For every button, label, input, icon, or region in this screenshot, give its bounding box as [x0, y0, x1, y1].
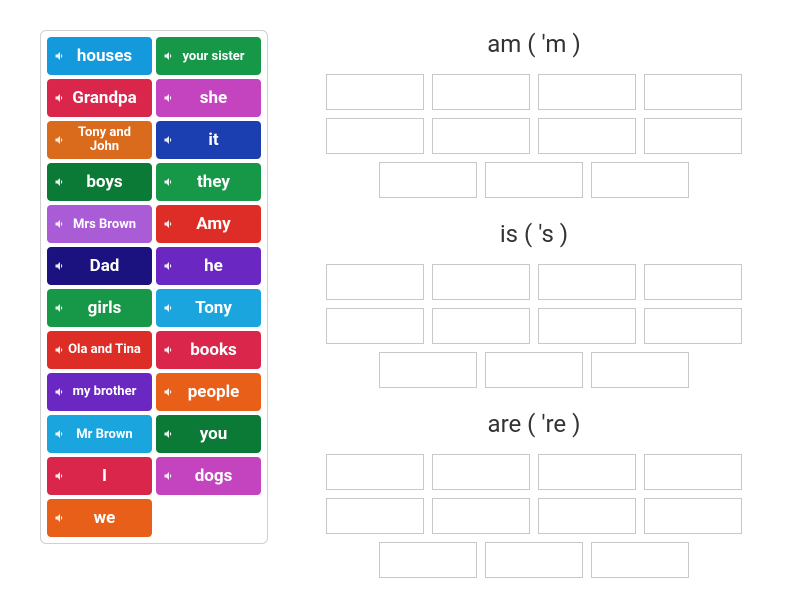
speaker-icon[interactable]	[53, 175, 67, 189]
word-tile[interactable]: Amy	[156, 205, 261, 243]
word-tile[interactable]: books	[156, 331, 261, 369]
drop-slot[interactable]	[538, 454, 636, 490]
drop-slot[interactable]	[591, 162, 689, 198]
word-tile[interactable]: boys	[47, 163, 152, 201]
drop-slot[interactable]	[432, 498, 530, 534]
word-tile[interactable]: Ola and Tina	[47, 331, 152, 369]
speaker-icon[interactable]	[162, 49, 176, 63]
speaker-icon[interactable]	[162, 217, 176, 231]
drop-slot[interactable]	[326, 264, 424, 300]
speaker-icon[interactable]	[53, 217, 67, 231]
word-tile[interactable]: my brother	[47, 373, 152, 411]
drop-slot[interactable]	[485, 542, 583, 578]
speaker-icon[interactable]	[162, 385, 176, 399]
group-title: are ( 're )	[308, 410, 760, 438]
drop-slot[interactable]	[485, 352, 583, 388]
word-tile[interactable]: she	[156, 79, 261, 117]
drop-slot[interactable]	[644, 118, 742, 154]
drop-slot[interactable]	[432, 74, 530, 110]
word-tile[interactable]: dogs	[156, 457, 261, 495]
drop-slot[interactable]	[591, 542, 689, 578]
group-title: am ( 'm )	[308, 30, 760, 58]
word-tile[interactable]: people	[156, 373, 261, 411]
speaker-icon[interactable]	[162, 343, 176, 357]
drop-slot[interactable]	[538, 498, 636, 534]
speaker-icon[interactable]	[162, 469, 176, 483]
word-tile[interactable]: girls	[47, 289, 152, 327]
drop-groups: am ( 'm ) is ( 's ) are ( 're )	[308, 30, 760, 592]
drop-slot[interactable]	[644, 308, 742, 344]
drop-slot[interactable]	[538, 264, 636, 300]
speaker-icon[interactable]	[162, 427, 176, 441]
drop-slot[interactable]	[379, 542, 477, 578]
drop-slot[interactable]	[432, 118, 530, 154]
word-tile[interactable]: he	[156, 247, 261, 285]
speaker-icon[interactable]	[53, 343, 67, 357]
word-tile[interactable]: it	[156, 121, 261, 159]
drop-slot[interactable]	[432, 454, 530, 490]
drop-slot[interactable]	[538, 308, 636, 344]
drop-slot[interactable]	[591, 352, 689, 388]
speaker-icon[interactable]	[162, 91, 176, 105]
word-tile[interactable]: Tony	[156, 289, 261, 327]
word-tile[interactable]: I	[47, 457, 152, 495]
word-bank: housesyour sisterGrandpasheTony and John…	[40, 30, 268, 544]
word-tile[interactable]: houses	[47, 37, 152, 75]
drop-slot[interactable]	[538, 118, 636, 154]
word-tile[interactable]: Grandpa	[47, 79, 152, 117]
drop-slot-row	[308, 454, 760, 578]
word-tile[interactable]: they	[156, 163, 261, 201]
speaker-icon[interactable]	[53, 49, 67, 63]
drop-slot[interactable]	[326, 498, 424, 534]
drop-slot-row	[308, 74, 760, 198]
drop-slot[interactable]	[538, 74, 636, 110]
drop-slot[interactable]	[432, 264, 530, 300]
drop-slot[interactable]	[326, 308, 424, 344]
speaker-icon[interactable]	[53, 133, 67, 147]
word-tile[interactable]: your sister	[156, 37, 261, 75]
drop-slot[interactable]	[644, 498, 742, 534]
word-tile[interactable]: we	[47, 499, 152, 537]
speaker-icon[interactable]	[162, 175, 176, 189]
speaker-icon[interactable]	[162, 301, 176, 315]
speaker-icon[interactable]	[53, 427, 67, 441]
speaker-icon[interactable]	[162, 133, 176, 147]
drop-slot[interactable]	[379, 162, 477, 198]
drop-slot[interactable]	[326, 74, 424, 110]
speaker-icon[interactable]	[53, 259, 67, 273]
word-tile[interactable]: Dad	[47, 247, 152, 285]
word-tile[interactable]: Mrs Brown	[47, 205, 152, 243]
word-tile[interactable]: Mr Brown	[47, 415, 152, 453]
word-tile[interactable]: Tony and John	[47, 121, 152, 159]
drop-slot[interactable]	[326, 118, 424, 154]
drop-slot[interactable]	[485, 162, 583, 198]
speaker-icon[interactable]	[53, 91, 67, 105]
drop-slot[interactable]	[379, 352, 477, 388]
drop-slot[interactable]	[644, 454, 742, 490]
group-title: is ( 's )	[308, 220, 760, 248]
speaker-icon[interactable]	[53, 385, 67, 399]
word-tile[interactable]: you	[156, 415, 261, 453]
speaker-icon[interactable]	[53, 469, 67, 483]
speaker-icon[interactable]	[53, 511, 67, 525]
speaker-icon[interactable]	[53, 301, 67, 315]
speaker-icon[interactable]	[162, 259, 176, 273]
drop-slot-row	[308, 264, 760, 388]
drop-slot[interactable]	[644, 264, 742, 300]
drop-slot[interactable]	[326, 454, 424, 490]
drop-slot[interactable]	[644, 74, 742, 110]
drop-slot[interactable]	[432, 308, 530, 344]
